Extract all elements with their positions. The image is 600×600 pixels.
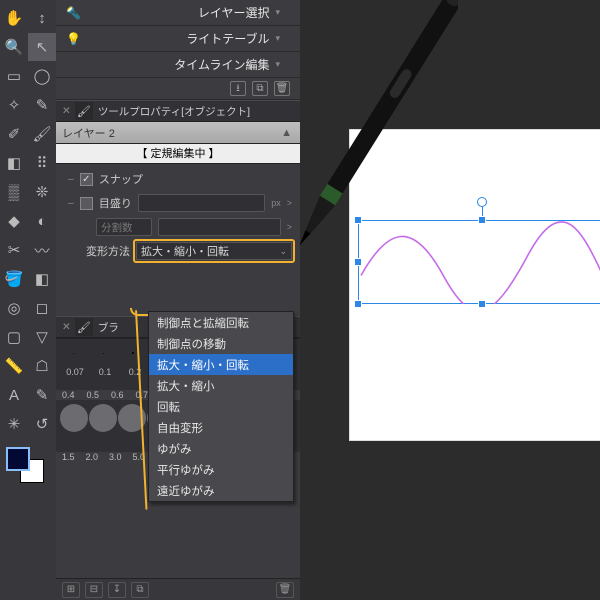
footer-btn[interactable]: ↧ (108, 582, 126, 598)
tool-highlight[interactable]: ◧ (0, 149, 28, 177)
tool-effect[interactable]: ✳ (0, 410, 28, 438)
menu-layer-select[interactable]: 🔦レイヤー選択▾ (56, 0, 300, 26)
division-value[interactable] (158, 218, 281, 236)
tool-mix[interactable]: ◐ (28, 207, 56, 235)
tool-text[interactable]: A (0, 381, 28, 409)
panel-column: 🔦レイヤー選択▾ 💡ライトテーブル▾ タイムライン編集▾ ⭳ ⧉ 🗑 ✕ 🖌 ツ… (56, 0, 300, 600)
foreground-color[interactable] (6, 447, 30, 471)
transform-option[interactable]: 平行ゆがみ (149, 459, 293, 480)
tool-balloon[interactable]: ☖ (28, 352, 56, 380)
tool-zoom[interactable]: 🔍 (0, 33, 28, 61)
tool-property-header: ✕ 🖌 ツールプロパティ[オブジェクト] (56, 100, 300, 122)
transform-method-label: 変形方法 (68, 243, 130, 259)
scale-value-field[interactable] (138, 194, 265, 212)
selection-bounding-box[interactable] (358, 220, 600, 304)
tool-lasso[interactable]: ◯ (28, 62, 56, 90)
brush-preset[interactable] (89, 404, 117, 432)
tool-contour[interactable]: ◎ (0, 294, 28, 322)
snap-label: スナップ (99, 171, 143, 187)
division-field[interactable]: 分割数 (96, 218, 152, 236)
chevron-down-icon: ⌄ (279, 246, 287, 257)
duplicate-icon[interactable]: ⧉ (252, 81, 268, 96)
tool-shape[interactable]: ◻ (28, 294, 56, 322)
tool-pen[interactable]: ✎ (28, 91, 56, 119)
rotation-handle[interactable] (477, 197, 487, 207)
transform-option[interactable]: ゆがみ (149, 438, 293, 459)
transform-option[interactable]: 回転 (149, 396, 293, 417)
toolbox: ✋↕ 🔍↖ ▭◯ ✧✎ ✐🖌 ◧⠿ ▒❊ ◆◐ ✂〰 🪣◧ ◎◻ ▢▽ 📏☖ A… (0, 0, 56, 600)
tool-ruler[interactable]: 📏 (0, 352, 28, 380)
brush-icon: 🖌 (75, 318, 93, 336)
layer-indicator: レイヤー 2 ▲ (56, 122, 300, 144)
transform-option[interactable]: 制御点の移動 (149, 333, 293, 354)
tool-grad[interactable]: ◧ (28, 265, 56, 293)
transform-option[interactable]: 制御点と拡縮回転 (149, 312, 293, 333)
tool-pencil[interactable]: ✐ (0, 120, 28, 148)
transform-method-options: 制御点と拡縮回転 制御点の移動 拡大・縮小・回転 拡大・縮小 回転 自由変形 ゆ… (148, 311, 294, 502)
trash-icon[interactable]: 🗑 (276, 582, 294, 598)
tool-cut[interactable]: ▽ (28, 323, 56, 351)
tool-brush[interactable]: 🖌 (28, 120, 56, 148)
tool-move[interactable]: ↕ (28, 4, 56, 32)
transform-option[interactable]: 遠近ゆがみ (149, 480, 293, 501)
tool-liquify[interactable]: 〰 (28, 236, 56, 264)
close-icon[interactable]: ✕ (62, 321, 71, 333)
tool-wand[interactable]: ✧ (0, 91, 28, 119)
footer-btn[interactable]: ⊟ (85, 582, 103, 598)
tool-dropper[interactable]: ✎ (28, 381, 56, 409)
snap-checkbox[interactable]: ✓ (80, 173, 93, 186)
transform-method-dropdown[interactable]: 拡大・縮小・回転 ⌄ (136, 242, 292, 260)
canvas-area[interactable] (300, 0, 600, 600)
tool-fill[interactable]: 🪣 (0, 265, 28, 293)
tool-knife[interactable]: ✂ (0, 236, 28, 264)
footer-btn[interactable]: ⊞ (62, 582, 80, 598)
tool-eraser[interactable]: ◆ (0, 207, 28, 235)
tool-deco[interactable]: ❊ (28, 178, 56, 206)
footer-btn[interactable]: ⧉ (131, 582, 149, 598)
trash-icon[interactable]: 🗑 (274, 81, 290, 96)
drawn-curve (359, 221, 600, 304)
panel-footer: ⊞ ⊟ ↧ ⧉ 🗑 (56, 578, 300, 600)
tool-marquee[interactable]: ▭ (0, 62, 28, 90)
tool-correct[interactable]: ↺ (28, 410, 56, 438)
tool-hand[interactable]: ✋ (0, 4, 28, 32)
ruler-mode-label: 【 定規編集中 】 (56, 144, 300, 164)
transform-option[interactable]: 拡大・縮小・回転 (149, 354, 293, 375)
transform-option[interactable]: 自由変形 (149, 417, 293, 438)
brush-preset[interactable] (60, 404, 88, 432)
menu-light-table[interactable]: 💡ライトテーブル▾ (56, 26, 300, 52)
tool-frame[interactable]: ▢ (0, 323, 28, 351)
transform-option[interactable]: 拡大・縮小 (149, 375, 293, 396)
download-icon[interactable]: ⭳ (230, 81, 246, 96)
close-icon[interactable]: ✕ (62, 105, 71, 117)
panel-actions: ⭳ ⧉ 🗑 (56, 78, 300, 100)
scale-label: 目盛り (99, 195, 132, 211)
color-swatches[interactable] (0, 447, 56, 487)
brush-icon: 🖌 (75, 102, 93, 120)
scale-checkbox[interactable] (80, 197, 93, 210)
tool-air[interactable]: ⠿ (28, 149, 56, 177)
tool-object[interactable]: ↖ (28, 33, 56, 61)
tool-blend[interactable]: ▒ (0, 178, 28, 206)
menu-timeline-edit[interactable]: タイムライン編集▾ (56, 52, 300, 78)
